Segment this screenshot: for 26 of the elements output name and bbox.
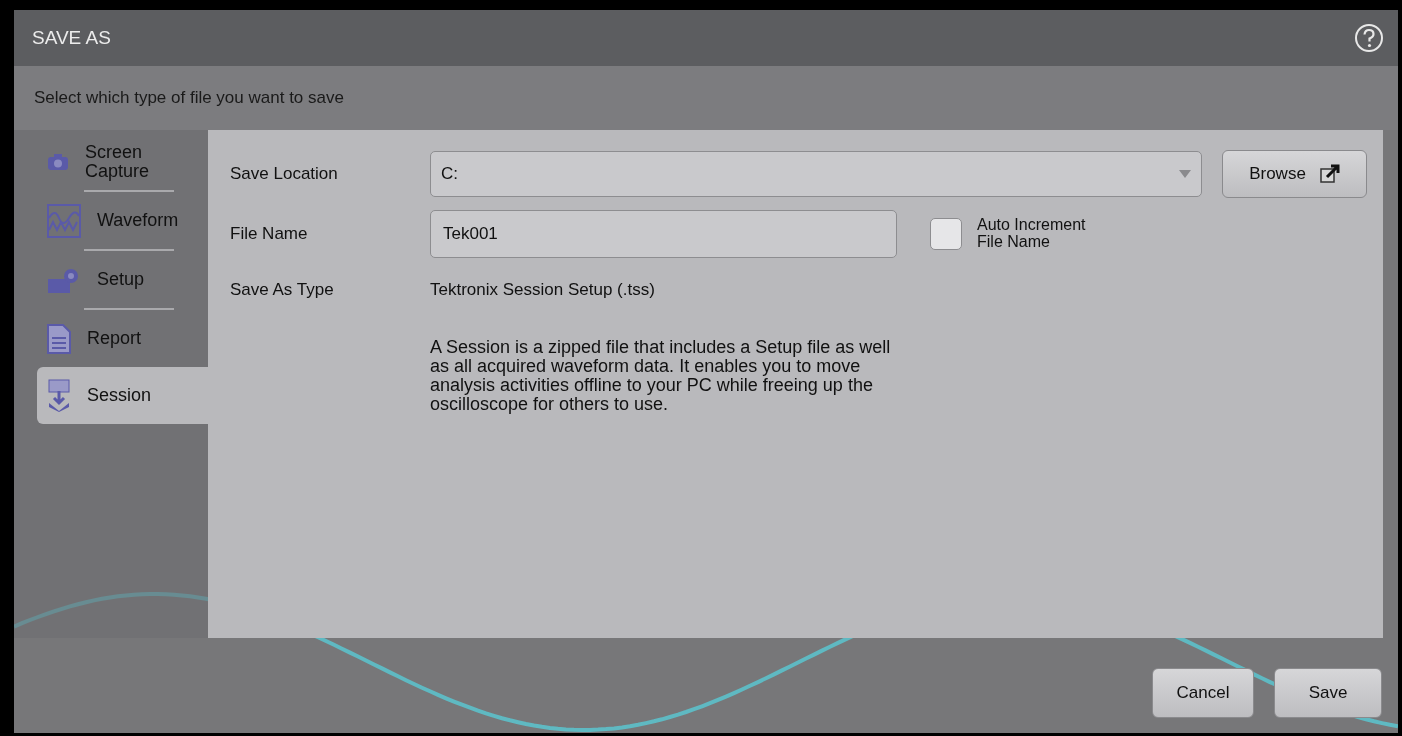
- save-button[interactable]: Save: [1274, 668, 1382, 718]
- file-type-tab[interactable]: Report: [37, 310, 208, 367]
- external-link-icon: [1319, 164, 1340, 184]
- field-label: Save Location: [230, 164, 339, 184]
- location-dropdown[interactable]: C:: [430, 151, 1202, 197]
- camera-icon: [47, 152, 69, 171]
- dialog-title: SAVE AS: [32, 27, 111, 49]
- box-download-icon: [47, 378, 71, 413]
- help-icon[interactable]: [1354, 23, 1384, 53]
- browse-button[interactable]: Browse: [1222, 150, 1367, 198]
- field-label: Save As Type: [230, 280, 335, 300]
- file-type-tab[interactable]: Screen Capture: [37, 133, 208, 190]
- waveform-icon: [47, 203, 81, 238]
- dialog-subtitle: Select which type of file you want to save: [14, 66, 1398, 130]
- field-label: File Name: [230, 224, 309, 244]
- document-icon: [47, 323, 71, 354]
- caret-icon: [1179, 170, 1191, 178]
- file-type-tab[interactable]: Setup: [37, 251, 208, 308]
- session-description: A Session is a zipped file that includes a Setup file as well as all acquired waveform data. It enables you to move analysis activities offline to your PC while freeing up the oscilloscope for others to use.: [430, 338, 892, 414]
- cancel-button[interactable]: Cancel: [1152, 668, 1254, 718]
- auto-increment-checkbox[interactable]: [930, 218, 962, 250]
- file-type-tab[interactable]: Session: [37, 367, 208, 424]
- file-name-field[interactable]: Tek001: [430, 210, 897, 258]
- checkbox-label: Auto Increment File Name: [977, 217, 1087, 251]
- file-type-value: Tektronix Session Setup (.tss): [430, 280, 655, 300]
- file-type-tab[interactable]: Waveform: [37, 192, 208, 249]
